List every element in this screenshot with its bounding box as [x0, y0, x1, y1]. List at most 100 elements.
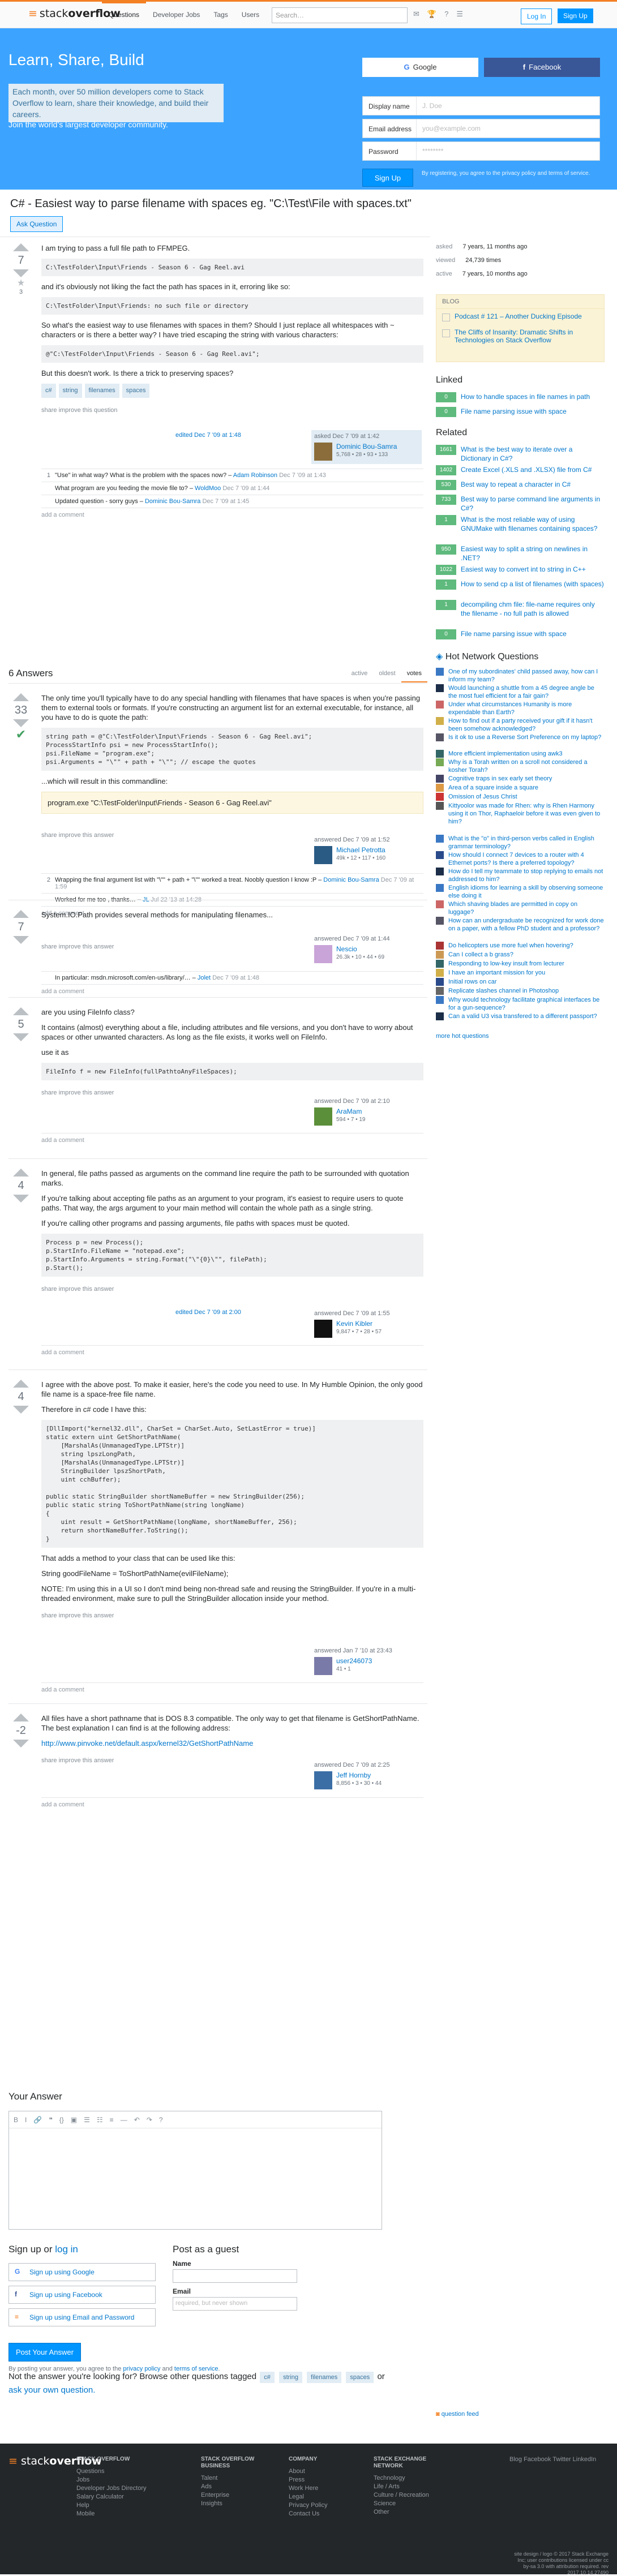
- related-question[interactable]: 1402 Create Excel (.XLS and .XLSX) file f…: [436, 465, 605, 475]
- achievements-icon[interactable]: 🏆: [427, 10, 436, 19]
- link-icon[interactable]: 🔗: [33, 2116, 42, 2124]
- hot-question[interactable]: Area of a square inside a square: [436, 784, 605, 792]
- footer-link[interactable]: Press: [289, 2476, 327, 2484]
- hot-link[interactable]: Would launching a shuttle from a 45 degr…: [448, 684, 605, 700]
- user-name[interactable]: user246073: [336, 1657, 372, 1665]
- footer-link[interactable]: Contact Us: [289, 2510, 327, 2518]
- comment-author[interactable]: WoldMoo: [195, 485, 221, 492]
- help-icon[interactable]: ?: [159, 2116, 163, 2124]
- tag-filenames[interactable]: filenames: [84, 384, 119, 398]
- italic-icon[interactable]: I: [25, 2116, 27, 2124]
- downvote-icon[interactable]: [13, 719, 29, 727]
- downvote-icon[interactable]: [13, 936, 29, 944]
- tag-string[interactable]: string: [58, 384, 82, 398]
- hot-question[interactable]: Can I collect a b grass?: [436, 951, 605, 959]
- hot-link[interactable]: Which shaving blades are permitted in co…: [448, 900, 605, 916]
- site-switcher-icon[interactable]: ☰: [456, 10, 463, 19]
- display-name-field[interactable]: Display name J. Doe: [362, 96, 600, 115]
- hot-link[interactable]: Area of a square inside a square: [448, 784, 538, 792]
- tag-spaces[interactable]: spaces: [122, 384, 150, 398]
- tag-csharp[interactable]: c#: [41, 384, 56, 398]
- comment-author[interactable]: Jolet: [198, 974, 211, 981]
- guest-email-input[interactable]: required, but never shown: [173, 2297, 297, 2311]
- footer-link[interactable]: Jobs: [76, 2476, 147, 2484]
- add-comment-link[interactable]: add a comment: [41, 1134, 423, 1144]
- blog-link[interactable]: The Cliffs of Insanity: Dramatic Shifts …: [455, 328, 598, 344]
- user-name[interactable]: AraMam: [336, 1107, 362, 1115]
- comment-author[interactable]: Dominic Bou-Samra: [145, 498, 200, 505]
- signup-button[interactable]: Sign Up: [558, 8, 593, 23]
- hot-question[interactable]: Can a valid U3 visa transfered to a diff…: [436, 1012, 605, 1020]
- nav-developer-jobs[interactable]: Developer Jobs: [146, 2, 207, 28]
- search-input[interactable]: Search…: [272, 7, 408, 23]
- footer-link[interactable]: About: [289, 2467, 327, 2476]
- downvote-icon[interactable]: [13, 1195, 29, 1203]
- post-menu[interactable]: share improve this answer: [41, 1285, 423, 1294]
- hot-link[interactable]: One of my subordinates' child passed awa…: [448, 668, 605, 684]
- avatar[interactable]: [314, 1657, 332, 1675]
- upvote-icon[interactable]: [13, 243, 29, 251]
- footer-link[interactable]: Enterprise: [201, 2491, 263, 2500]
- user-name[interactable]: Kevin Kibler: [336, 1320, 372, 1328]
- comment-author[interactable]: Dominic Bou-Samra: [323, 877, 379, 883]
- hot-link[interactable]: How do I tell my teammate to stop replyi…: [448, 868, 605, 883]
- tab-oldest[interactable]: oldest: [373, 666, 401, 682]
- hot-link[interactable]: Responding to low-key insult from lectur…: [448, 960, 564, 968]
- footer-link[interactable]: Culture / Recreation: [374, 2491, 436, 2500]
- user-name[interactable]: Nescio: [336, 945, 357, 953]
- footer-link[interactable]: Science: [374, 2500, 436, 2508]
- bold-icon[interactable]: B: [14, 2116, 18, 2124]
- code-icon[interactable]: {}: [59, 2116, 64, 2124]
- avatar[interactable]: [314, 846, 332, 864]
- hot-link[interactable]: I have an important mission for you: [448, 969, 545, 977]
- add-comment-link[interactable]: add a comment: [41, 1683, 423, 1693]
- hot-link[interactable]: Under what circumstances Humanity is mor…: [448, 701, 605, 716]
- upvote-icon[interactable]: [13, 1007, 29, 1015]
- downvote-icon[interactable]: [13, 1406, 29, 1414]
- related-question[interactable]: 530 Best way to repeat a character in C#: [436, 480, 605, 490]
- upvote-icon[interactable]: [13, 1380, 29, 1388]
- linked-question[interactable]: 0 How to handle spaces in file names in p…: [436, 392, 605, 402]
- heading-icon[interactable]: ≡: [110, 2116, 114, 2124]
- horizontal-rule-icon[interactable]: —: [121, 2116, 127, 2124]
- footer-link[interactable]: Developer Jobs Directory: [76, 2484, 147, 2493]
- tag-filenames[interactable]: filenames: [307, 2372, 342, 2383]
- blog-item[interactable]: The Cliffs of Insanity: Dramatic Shifts …: [436, 325, 604, 347]
- footer-link[interactable]: Mobile: [76, 2510, 147, 2518]
- post-answer-button[interactable]: Post Your Answer: [8, 2343, 81, 2362]
- footer-link[interactable]: Insights: [201, 2500, 263, 2508]
- hot-question[interactable]: Why would technology facilitate graphica…: [436, 996, 605, 1012]
- signup-facebook-button[interactable]: f Sign up using Facebook: [8, 2286, 156, 2304]
- footer-link[interactable]: Questions: [76, 2467, 147, 2476]
- add-comment-link[interactable]: add a comment: [41, 1798, 423, 1808]
- avatar[interactable]: [314, 443, 332, 461]
- footer-link[interactable]: Life / Arts: [374, 2483, 436, 2491]
- blog-item[interactable]: Podcast # 121 – Another Ducking Episode: [436, 309, 604, 325]
- hot-question[interactable]: Replicate slashes channel in Photoshop: [436, 987, 605, 995]
- footer-link[interactable]: Ads: [201, 2483, 263, 2491]
- nav-questions[interactable]: Questions: [102, 2, 147, 28]
- hot-link[interactable]: Omission of Jesus Christ: [448, 793, 517, 801]
- hot-link[interactable]: How to find out if a party received your…: [448, 717, 605, 733]
- hot-link[interactable]: Do helicopters use more fuel when hoveri…: [448, 942, 573, 950]
- user-name[interactable]: Jeff Hornby: [336, 1771, 371, 1779]
- hot-question[interactable]: Why is a Torah written on a scroll not c…: [436, 758, 605, 774]
- nav-users[interactable]: Users: [235, 2, 266, 28]
- image-icon[interactable]: ▣: [71, 2116, 77, 2124]
- upvote-icon[interactable]: [13, 1714, 29, 1721]
- comment-date[interactable]: Dec 7 '09 at 1:45: [202, 498, 249, 505]
- hot-link[interactable]: Can I collect a b grass?: [448, 951, 513, 959]
- linked-link[interactable]: How to handle spaces in file names in pa…: [461, 392, 590, 402]
- question-feed-link[interactable]: ◙ question feed: [436, 2411, 479, 2418]
- related-link[interactable]: Easiest way to split a string on newline…: [461, 544, 605, 563]
- comment-author[interactable]: Adam Robinson: [233, 472, 277, 479]
- hero-signup-button[interactable]: Sign Up: [362, 169, 413, 187]
- hot-question[interactable]: Under what circumstances Humanity is mor…: [436, 701, 605, 716]
- hot-question[interactable]: What is the "o" in third-person verbs ca…: [436, 835, 605, 851]
- signup-email-button[interactable]: ≡ Sign up using Email and Password: [8, 2308, 156, 2326]
- favorite-star-icon[interactable]: ★: [8, 277, 33, 289]
- footer-link[interactable]: Technology: [374, 2474, 436, 2483]
- related-link[interactable]: decompiling chm file: file-name requires…: [461, 600, 605, 618]
- user-name[interactable]: Michael Petrotta: [336, 846, 385, 854]
- nav-tags[interactable]: Tags: [207, 2, 234, 28]
